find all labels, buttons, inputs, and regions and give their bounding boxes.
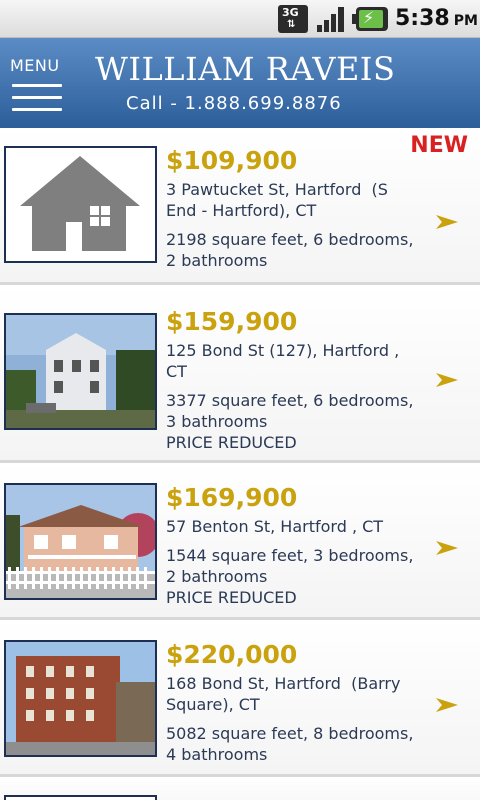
signal-strength-icon <box>317 7 344 32</box>
price-reduced-label: PRICE REDUCED <box>166 588 297 607</box>
listing-item[interactable]: $220,000 168 Bond St, Hartford (Barry Sq… <box>0 620 480 777</box>
listing-item[interactable]: $169,900 57 Benton St, Hartford , CT 154… <box>0 463 480 620</box>
listing-price: $159,900 <box>166 307 298 336</box>
listing-item[interactable]: $159,900 125 Bond St (127), Hartford , C… <box>0 285 480 463</box>
hamburger-icon <box>12 84 62 120</box>
listing-address: 57 Benton St, Hartford , CT <box>166 517 384 536</box>
arrow-right-icon[interactable] <box>436 540 458 556</box>
menu-button[interactable]: MENU <box>10 56 66 112</box>
listing-specs: 5082 square feet, 8 bedrooms, 4 bathroom… <box>166 724 414 764</box>
menu-label: MENU <box>10 56 60 75</box>
listing-specs: 1544 square feet, 3 bedrooms, 2 bathroom… <box>166 546 414 586</box>
listing-price: $169,900 <box>166 483 298 512</box>
listing-price: $109,900 <box>166 146 298 175</box>
listing-specs: 3377 square feet, 6 bedrooms, 3 bathroom… <box>166 391 414 431</box>
listing-item[interactable] <box>0 777 480 800</box>
new-badge: NEW <box>410 133 468 158</box>
battery-charging-icon: ⚡ <box>352 7 388 31</box>
price-reduced-label: PRICE REDUCED <box>166 433 297 452</box>
network-3g-icon: 3G ⇅ <box>278 5 308 33</box>
listing-photo <box>4 313 157 430</box>
house-placeholder-icon <box>4 146 157 263</box>
listing-specs: 2198 square feet, 6 bedrooms, 2 bathroom… <box>166 230 414 270</box>
listing-item[interactable]: $109,900 3 Pawtucket St, Hartford (S End… <box>0 128 480 285</box>
listing-photo <box>4 483 157 600</box>
arrow-right-icon[interactable] <box>436 697 458 713</box>
listing-address: 125 Bond St (127), Hartford , CT <box>166 341 405 381</box>
listing-address: 3 Pawtucket St, Hartford (S End - Hartfo… <box>166 180 394 220</box>
listing-photo <box>4 795 157 800</box>
listing-photo <box>4 640 157 757</box>
listing-price: $220,000 <box>166 640 298 669</box>
status-bar: 3G ⇅ ⚡ 5:38 PM <box>0 0 480 38</box>
clock: 5:38 PM <box>395 6 478 31</box>
brand-logo: WILLIAM RAVEIS <box>95 50 396 88</box>
phone-link[interactable]: Call - 1.888.699.8876 <box>126 93 342 114</box>
listing-address: 168 Bond St, Hartford (Barry Square), CT <box>166 674 406 714</box>
arrow-right-icon[interactable] <box>436 372 458 388</box>
app-header: MENU WILLIAM RAVEIS Call - 1.888.699.887… <box>0 38 480 128</box>
arrow-right-icon[interactable] <box>436 214 458 230</box>
listing-list: $109,900 3 Pawtucket St, Hartford (S End… <box>0 128 480 800</box>
